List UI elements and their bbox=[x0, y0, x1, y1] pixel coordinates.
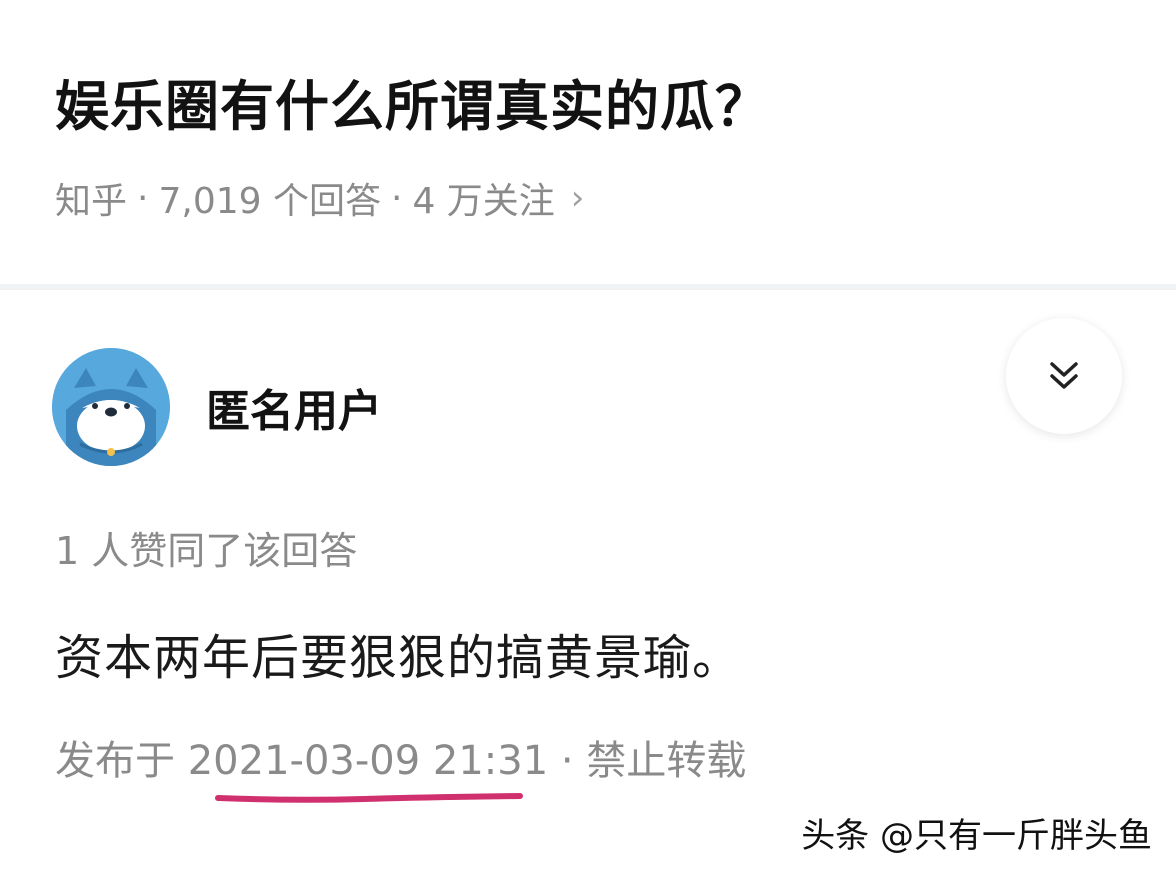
watermark: 头条 @只有一斤胖头鱼 bbox=[801, 816, 1152, 856]
answers-count: 7,019 个回答 bbox=[158, 181, 381, 222]
chevron-right-icon: › bbox=[570, 178, 585, 218]
collapse-button[interactable] bbox=[1006, 318, 1122, 434]
meta-separator: · bbox=[390, 177, 403, 219]
copyright-note: · 禁止转载 bbox=[548, 738, 747, 784]
author-row[interactable]: 匿名用户 bbox=[52, 348, 382, 466]
vote-count: 1 人赞同了该回答 bbox=[55, 529, 358, 573]
question-title[interactable]: 娱乐圈有什么所谓真实的瓜？ bbox=[55, 62, 770, 141]
followers-count: 4 万关注 bbox=[412, 181, 555, 222]
double-chevron-down-icon bbox=[1050, 362, 1078, 389]
section-divider bbox=[0, 284, 1176, 290]
meta-separator: · bbox=[137, 177, 149, 219]
question-source: 知乎 bbox=[55, 181, 128, 222]
answer-content[interactable]: 资本两年后要狠狠的搞黄景瑜。 bbox=[55, 618, 741, 688]
publish-time: 2021-03-09 21:31 bbox=[187, 738, 549, 784]
author-name[interactable]: 匿名用户 bbox=[206, 375, 382, 439]
question-meta[interactable]: 知乎 · 7,019 个回答 · 4 万关注 › bbox=[55, 172, 584, 224]
hand-drawn-underline bbox=[215, 793, 523, 803]
publish-prefix: 发布于 bbox=[55, 738, 188, 784]
avatar[interactable] bbox=[52, 348, 170, 466]
publish-info: 发布于 2021-03-09 21:31 · 禁止转载 bbox=[55, 728, 746, 786]
husky-avatar-icon bbox=[52, 348, 170, 466]
